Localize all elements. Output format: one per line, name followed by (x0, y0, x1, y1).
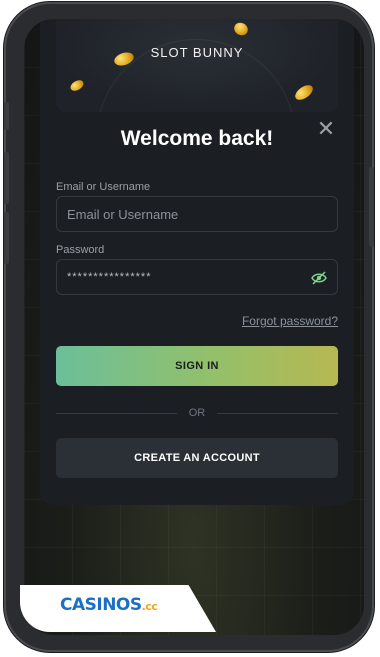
divider-text: OR (188, 407, 206, 419)
coin-icon (292, 82, 316, 103)
watermark-suffix: .cc (141, 600, 158, 613)
email-label: Email or Username (56, 181, 151, 193)
create-account-button[interactable]: CREATE AN ACCOUNT (56, 438, 338, 478)
password-value: **************** (67, 271, 152, 283)
phone-screen: SLOT BUNNY ✕ Welcome back! Email or User… (24, 19, 364, 635)
phone-power-button (369, 167, 374, 247)
phone-volume-down (4, 212, 9, 264)
login-modal: SLOT BUNNY ✕ Welcome back! Email or User… (40, 19, 354, 505)
password-field[interactable]: **************** (56, 259, 338, 295)
divider-line (56, 412, 177, 414)
phone-mute-switch (4, 102, 9, 130)
email-placeholder: Email or Username (67, 206, 179, 222)
coin-icon (231, 20, 251, 38)
modal-title: Welcome back! (120, 127, 274, 150)
watermark-text: CASINOS (60, 595, 142, 615)
password-label: Password (56, 244, 105, 256)
phone-frame: SLOT BUNNY ✕ Welcome back! Email or User… (4, 2, 374, 652)
sign-in-button[interactable]: SIGN IN (56, 346, 338, 386)
brand-banner: SLOT BUNNY (56, 19, 338, 112)
email-field[interactable]: Email or Username (56, 196, 338, 232)
or-divider: OR (56, 406, 338, 420)
forgot-password-link[interactable]: Forgot password? (232, 314, 338, 328)
coin-icon (68, 78, 86, 93)
brand-logo: SLOT BUNNY (150, 45, 244, 60)
eye-icon[interactable] (311, 270, 327, 286)
phone-volume-up (4, 152, 9, 204)
divider-line (217, 412, 338, 414)
watermark-badge: CASINOS.cc (20, 585, 216, 632)
watermark-logo: CASINOS.cc (60, 595, 158, 615)
